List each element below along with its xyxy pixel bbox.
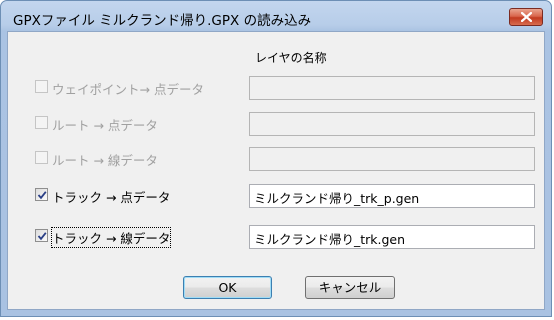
dialog-body: レイヤの名称 ウェイポイント→ 点データ ルート → 点データ ルート → 線デ… <box>7 31 545 310</box>
waypoint-point-layer-name-input[interactable] <box>249 76 535 100</box>
waypoint-point-checkbox[interactable] <box>35 80 48 93</box>
checkmark-icon <box>37 191 47 200</box>
option-row-route-point: ルート → 点データ <box>35 112 541 136</box>
route-line-layer-name-input[interactable] <box>249 147 535 171</box>
waypoint-point-label: ウェイポイント→ 点データ <box>52 82 204 97</box>
route-point-layer-name-input[interactable] <box>249 112 535 136</box>
cancel-button[interactable]: キャンセル <box>305 276 395 299</box>
ok-button[interactable]: OK <box>183 276 272 299</box>
route-point-checkbox[interactable] <box>35 116 48 129</box>
route-line-label: ルート → 線データ <box>52 153 158 168</box>
track-line-checkbox[interactable] <box>35 229 48 242</box>
import-dialog: GPXファイル ミルクランド帰り.GPX の読み込み レイヤの名称 ウェイポイン… <box>0 0 552 317</box>
track-line-layer-name-input[interactable]: ミルクランド帰り_trk.gen <box>249 225 535 249</box>
title-bar[interactable]: GPXファイル ミルクランド帰り.GPX の読み込み <box>1 1 551 31</box>
track-point-label: トラック → 点データ <box>52 190 171 205</box>
route-line-checkbox[interactable] <box>35 151 48 164</box>
close-button[interactable] <box>509 8 543 26</box>
layer-name-header: レイヤの名称 <box>255 51 327 65</box>
dialog-title: GPXファイル ミルクランド帰り.GPX の読み込み <box>13 13 312 29</box>
option-row-route-line: ルート → 線データ <box>35 147 541 171</box>
option-row-waypoint-point: ウェイポイント→ 点データ <box>35 76 541 100</box>
track-point-checkbox[interactable] <box>35 188 48 201</box>
track-line-label: トラック → 線データ <box>50 227 172 248</box>
close-icon <box>521 12 532 22</box>
track-point-layer-name-input[interactable]: ミルクランド帰り_trk_p.gen <box>249 184 535 208</box>
checkmark-icon <box>37 232 47 241</box>
option-row-track-line: トラック → 線データ ミルクランド帰り_trk.gen <box>35 225 541 249</box>
route-point-label: ルート → 点データ <box>52 118 158 133</box>
option-row-track-point: トラック → 点データ ミルクランド帰り_trk_p.gen <box>35 184 541 208</box>
